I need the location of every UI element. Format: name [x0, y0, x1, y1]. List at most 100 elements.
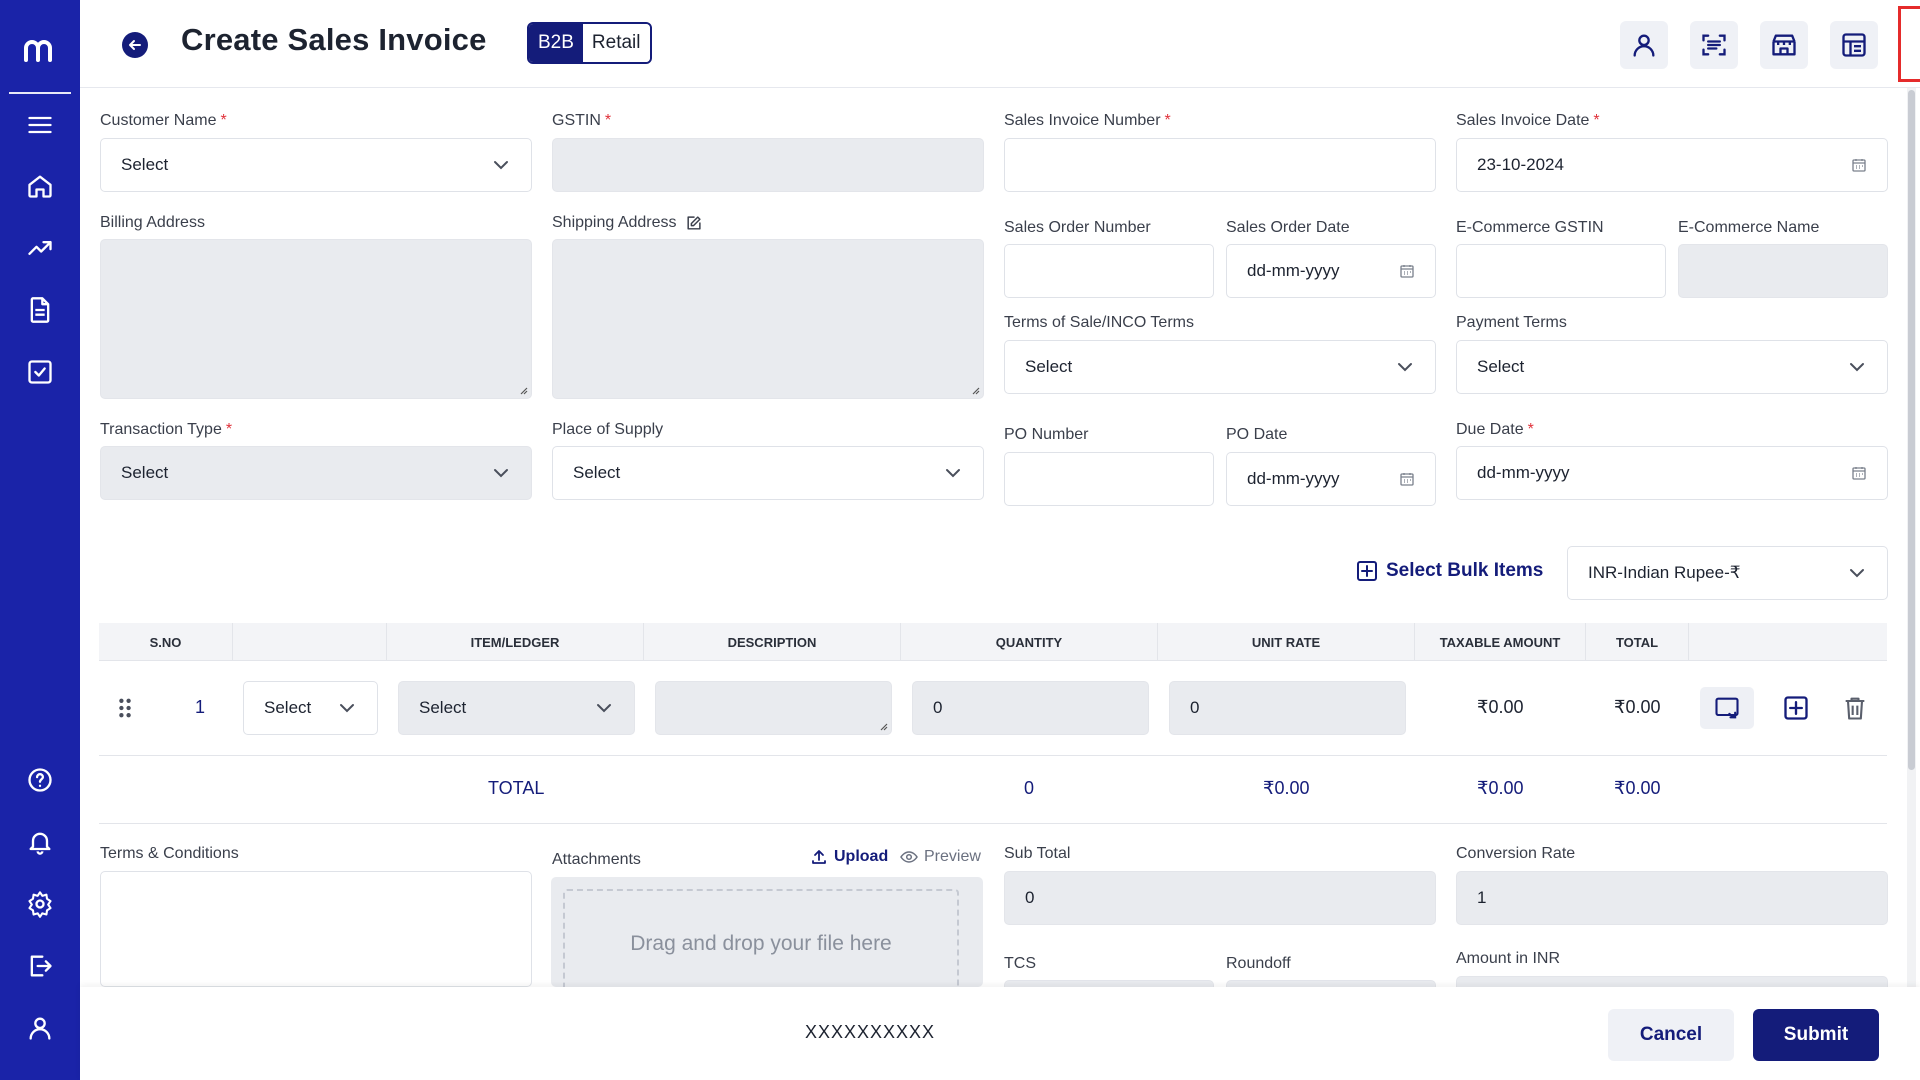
terms-of-sale-select[interactable]: Select	[1004, 340, 1436, 394]
chevron-down-icon	[946, 469, 960, 478]
row-delete-button[interactable]	[1828, 687, 1882, 729]
po-number-label: PO Number	[1004, 426, 1089, 443]
screen-share-icon	[1715, 697, 1739, 719]
ecommerce-gstin-field[interactable]	[1456, 244, 1666, 298]
help-icon[interactable]	[24, 764, 56, 796]
place-of-supply-label: Place of Supply	[552, 421, 664, 438]
user-icon	[1633, 34, 1655, 57]
place-of-supply-select[interactable]: Select	[552, 446, 984, 500]
footer-id-text: XXXXXXXXXX	[805, 1022, 936, 1042]
calendar-icon[interactable]	[1851, 157, 1867, 173]
chevron-down-icon	[597, 704, 611, 713]
calendar-icon[interactable]	[1399, 471, 1415, 487]
conversion-rate-field[interactable]: 1	[1456, 871, 1888, 925]
layout-button[interactable]	[1830, 21, 1878, 69]
trending-icon[interactable]	[24, 232, 56, 264]
currency-select[interactable]: INR-Indian Rupee-₹	[1567, 546, 1888, 600]
ecommerce-name-field[interactable]	[1678, 244, 1888, 298]
store-icon	[1772, 34, 1796, 56]
terms-conditions-textarea[interactable]	[100, 871, 532, 987]
eye-icon	[900, 851, 918, 863]
row-sno: 1	[195, 697, 206, 717]
po-date-field[interactable]: dd-mm-yyyy	[1226, 452, 1436, 506]
checklist-icon[interactable]	[24, 356, 56, 388]
select-bulk-items-button[interactable]: Select Bulk Items	[1356, 560, 1543, 582]
scrollbar-thumb[interactable]	[1908, 90, 1915, 770]
calendar-icon[interactable]	[1851, 465, 1867, 481]
b2b-option[interactable]: B2B	[529, 24, 583, 62]
customer-name-select[interactable]: Select	[100, 138, 532, 192]
transaction-type-select[interactable]: Select	[100, 446, 532, 500]
col-unit-rate: UNIT RATE	[1158, 623, 1415, 661]
arrow-left-icon	[129, 40, 141, 50]
chevron-down-icon	[494, 161, 508, 170]
totals-quantity: 0	[1024, 778, 1035, 798]
submit-button[interactable]: Submit	[1753, 1009, 1879, 1061]
plus-square-icon	[1357, 561, 1377, 581]
payment-terms-select[interactable]: Select	[1456, 340, 1888, 394]
totals-taxable-amount: ₹0.00	[1477, 778, 1524, 798]
edit-icon[interactable]	[685, 215, 702, 232]
row-divider	[99, 755, 1887, 756]
po-number-field[interactable]	[1004, 452, 1214, 506]
store-button[interactable]	[1760, 21, 1808, 69]
shipping-address-label: Shipping Address	[552, 214, 702, 232]
invoice-number-label: Sales Invoice Number *	[1004, 112, 1171, 129]
resize-handle-icon[interactable]	[518, 385, 528, 395]
menu-icon[interactable]	[24, 109, 56, 141]
calendar-icon[interactable]	[1399, 263, 1415, 279]
upload-button[interactable]: Upload	[810, 848, 888, 866]
file-dropzone[interactable]: Drag and drop your file here	[563, 889, 959, 999]
bell-icon[interactable]	[24, 826, 56, 858]
gstin-field[interactable]	[552, 138, 984, 192]
drag-handle-icon[interactable]	[114, 696, 136, 720]
preview-button[interactable]: Preview	[900, 848, 981, 866]
row-item-select[interactable]: Select	[398, 681, 635, 735]
row-unit-rate-input[interactable]: 0	[1169, 681, 1406, 735]
home-icon[interactable]	[24, 170, 56, 202]
row-total: ₹0.00	[1614, 697, 1661, 717]
row-description-textarea[interactable]	[655, 681, 892, 735]
billing-address-textarea[interactable]	[100, 239, 532, 399]
col-sno: S.NO	[99, 623, 233, 661]
dropzone-container: Drag and drop your file here	[551, 877, 983, 999]
sub-total-field: 0	[1004, 871, 1436, 925]
sales-order-date-field[interactable]: dd-mm-yyyy	[1226, 244, 1436, 298]
row-add-button[interactable]	[1769, 687, 1823, 729]
row-taxable-amount: ₹0.00	[1477, 697, 1524, 717]
totals-label: TOTAL	[488, 778, 545, 798]
sidebar-divider	[9, 92, 71, 94]
shipping-address-textarea[interactable]	[552, 239, 984, 399]
sales-order-number-field[interactable]	[1004, 244, 1214, 298]
profile-icon[interactable]	[24, 1012, 56, 1044]
customer-button[interactable]	[1620, 21, 1668, 69]
payment-terms-label: Payment Terms	[1456, 314, 1567, 331]
invoice-number-field[interactable]	[1004, 138, 1436, 192]
settings-icon[interactable]	[24, 888, 56, 920]
scan-button[interactable]	[1690, 21, 1738, 69]
resize-handle-icon[interactable]	[878, 721, 888, 731]
page-title: Create Sales Invoice	[181, 22, 487, 57]
footer-bar: XXXXXXXXXX Cancel Submit	[80, 987, 1920, 1080]
retail-option[interactable]: Retail	[582, 24, 650, 62]
row-assign-button[interactable]	[1700, 687, 1754, 729]
layout-button-highlight	[1898, 6, 1920, 82]
invoice-date-field[interactable]: 23-10-2024	[1456, 138, 1888, 192]
invoice-type-toggle[interactable]: B2B Retail	[527, 22, 652, 64]
app-logo-icon[interactable]	[20, 30, 60, 70]
totals-divider	[99, 823, 1887, 824]
totals-total: ₹0.00	[1614, 778, 1661, 798]
billing-address-label: Billing Address	[100, 214, 205, 231]
plus-square-icon	[1784, 696, 1808, 720]
back-button[interactable]	[122, 32, 148, 58]
row-type-select[interactable]: Select	[243, 681, 378, 735]
layout-icon	[1842, 33, 1866, 57]
document-icon[interactable]	[24, 294, 56, 326]
due-date-field[interactable]: dd-mm-yyyy	[1456, 446, 1888, 500]
upload-icon	[812, 850, 826, 864]
logout-icon[interactable]	[24, 950, 56, 982]
roundoff-label: Roundoff	[1226, 955, 1291, 972]
row-quantity-input[interactable]: 0	[912, 681, 1149, 735]
resize-handle-icon[interactable]	[970, 385, 980, 395]
cancel-button[interactable]: Cancel	[1608, 1009, 1734, 1061]
